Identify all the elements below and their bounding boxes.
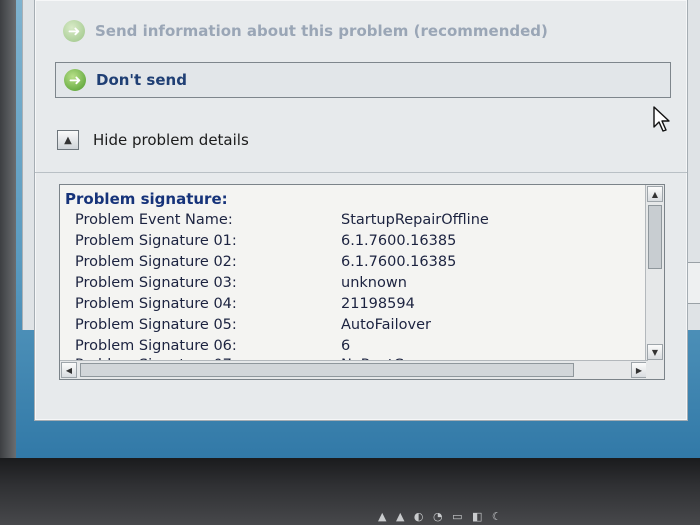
scroll-left-icon[interactable]: ◀: [61, 362, 77, 378]
send-information-label: Send information about this problem (rec…: [95, 22, 548, 40]
dont-send-option[interactable]: ➜ Don't send: [55, 62, 671, 98]
scroll-right-icon[interactable]: ▶: [631, 362, 647, 378]
detail-key: Problem Signature 04:: [75, 296, 237, 312]
keyboard-status-icons: ▲ ▲ ◐ ◔ ▭ ◧ ☾: [378, 510, 505, 523]
hide-details-label: Hide problem details: [93, 131, 249, 149]
green-arrow-icon: ➜: [64, 69, 86, 91]
detail-row: Problem Signature 05: AutoFailover: [75, 317, 635, 337]
detail-key: Problem Signature 03:: [75, 275, 237, 291]
green-arrow-icon: ➜: [63, 20, 85, 42]
hide-details-toggle[interactable]: ▲ Hide problem details: [57, 130, 249, 150]
send-information-option[interactable]: ➜ Send information about this problem (r…: [55, 14, 671, 48]
detail-row: Problem Signature 04: 21198594: [75, 296, 635, 316]
detail-value: unknown: [341, 275, 407, 291]
detail-row: Problem Event Name: StartupRepairOffline: [75, 212, 635, 232]
dont-send-label: Don't send: [96, 71, 187, 89]
detail-value: 6.1.7600.16385: [341, 254, 457, 270]
detail-value: AutoFailover: [341, 317, 431, 333]
problem-report-dialog: ➜ Send information about this problem (r…: [34, 0, 688, 421]
screen-bezel-left: [0, 0, 16, 470]
vertical-scroll-thumb[interactable]: [648, 205, 662, 269]
detail-value: 6.1.7600.16385: [341, 233, 457, 249]
collapse-arrow-icon[interactable]: ▲: [57, 130, 79, 150]
detail-key: Problem Signature 02:: [75, 254, 237, 270]
section-divider: [35, 172, 687, 173]
mouse-pointer-icon: [653, 106, 670, 132]
scrollbar-corner: [646, 361, 664, 379]
laptop-bezel: [0, 458, 700, 525]
detail-row: Problem Signature 01: 6.1.7600.16385: [75, 233, 635, 253]
problem-signature-heading: Problem signature:: [65, 190, 228, 208]
horizontal-scrollbar[interactable]: ◀ ▶: [60, 360, 648, 379]
detail-key: Problem Event Name:: [75, 212, 233, 228]
detail-key: Problem Signature 05:: [75, 317, 237, 333]
detail-value: StartupRepairOffline: [341, 212, 489, 228]
vertical-scrollbar[interactable]: ▲ ▼: [645, 185, 664, 361]
scroll-down-icon[interactable]: ▼: [647, 344, 663, 360]
detail-value: 21198594: [341, 296, 415, 312]
horizontal-scroll-thumb[interactable]: [80, 363, 574, 377]
detail-row: Problem Signature 02: 6.1.7600.16385: [75, 254, 635, 274]
problem-details-textbox[interactable]: Problem signature: Problem Event Name: S…: [59, 184, 665, 380]
detail-key: Problem Signature 06:: [75, 338, 237, 354]
detail-key: Problem Signature 01:: [75, 233, 237, 249]
detail-row: Problem Signature 06: 6: [75, 338, 635, 358]
detail-value: 6: [341, 338, 351, 354]
detail-row: Problem Signature 03: unknown: [75, 275, 635, 295]
scroll-up-icon[interactable]: ▲: [647, 186, 663, 202]
